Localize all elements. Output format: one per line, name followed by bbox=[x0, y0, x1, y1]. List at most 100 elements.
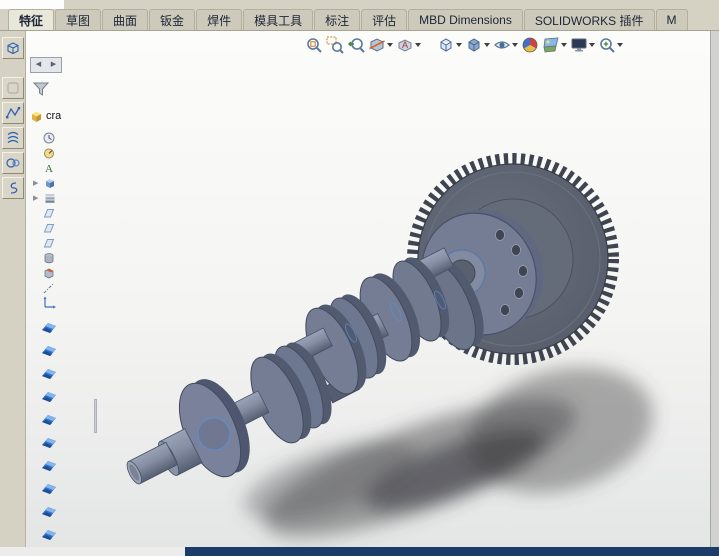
timing-gear[interactable] bbox=[413, 159, 613, 359]
tree-feature-item[interactable] bbox=[28, 477, 106, 500]
graphics-viewport[interactable]: A bbox=[26, 31, 710, 547]
tree-feature-item[interactable] bbox=[28, 500, 106, 523]
previous-view-icon bbox=[347, 36, 365, 54]
hide-show-items-button[interactable] bbox=[492, 35, 519, 55]
tree-feature-item[interactable] bbox=[28, 339, 106, 362]
annotations-icon: A bbox=[42, 161, 56, 175]
crank-web bbox=[240, 346, 322, 450]
tree-item-right-plane[interactable] bbox=[28, 235, 106, 250]
magnify-button[interactable] bbox=[597, 35, 624, 55]
rear-journal-boss bbox=[439, 250, 485, 296]
dropdown-caret bbox=[456, 43, 462, 47]
tab-mold-tools[interactable]: 模具工具 bbox=[243, 9, 313, 30]
part-icon bbox=[30, 110, 43, 123]
swept-feature-icon bbox=[40, 366, 58, 382]
rings-tool-button[interactable] bbox=[2, 152, 24, 174]
blank-tool-icon bbox=[5, 80, 21, 96]
expand-arrow-icon[interactable]: ▶ bbox=[33, 194, 41, 202]
tree-item-top-plane[interactable] bbox=[28, 220, 106, 235]
edit-appearance-button[interactable] bbox=[520, 35, 540, 55]
tab-features[interactable]: 特征 bbox=[8, 9, 54, 30]
tree-item-history[interactable] bbox=[28, 130, 106, 145]
magnify-icon bbox=[598, 36, 616, 54]
expand-arrow-icon[interactable]: ▶ bbox=[33, 179, 41, 187]
tab-truncated[interactable]: M bbox=[656, 9, 688, 30]
spring-tool-button[interactable] bbox=[2, 127, 24, 149]
origin-icon bbox=[42, 296, 56, 310]
cut-feature-icon bbox=[42, 266, 56, 280]
solid-bodies-icon bbox=[43, 176, 57, 190]
tab-weldments[interactable]: 焊件 bbox=[196, 9, 242, 30]
crank-web bbox=[349, 266, 430, 368]
tangent-edges bbox=[343, 290, 447, 344]
titlebar-strip bbox=[0, 0, 719, 9]
tab-annotate[interactable]: 标注 bbox=[314, 9, 360, 30]
right-plane-icon bbox=[42, 236, 56, 250]
model-scene bbox=[26, 31, 710, 547]
spring-tool-icon bbox=[5, 130, 21, 146]
display-style-button[interactable] bbox=[464, 35, 491, 55]
svg-text:A: A bbox=[45, 163, 53, 175]
apply-scene-button[interactable] bbox=[541, 35, 568, 55]
crank-web bbox=[412, 251, 495, 357]
flange-bolt-holes bbox=[496, 230, 528, 316]
tree-feature-item[interactable] bbox=[28, 523, 106, 546]
dropdown-caret bbox=[561, 43, 567, 47]
tree-item-sensors[interactable] bbox=[28, 145, 106, 160]
tree-feature-item[interactable] bbox=[28, 431, 106, 454]
box-tool-button[interactable] bbox=[2, 37, 24, 59]
zoom-to-area-button[interactable] bbox=[325, 35, 345, 55]
swept-feature-icon bbox=[40, 527, 58, 543]
swept-feature-icon bbox=[40, 412, 58, 428]
tab-evaluate[interactable]: 评估 bbox=[361, 9, 407, 30]
tree-item-boss-feature[interactable] bbox=[28, 250, 106, 265]
tree-item-axis[interactable] bbox=[28, 280, 106, 295]
model-shadow bbox=[235, 347, 667, 547]
panel-resize-handle[interactable] bbox=[94, 399, 97, 433]
tree-feature-item[interactable] bbox=[28, 316, 106, 339]
pane-collapse-left-button[interactable]: ◀ bbox=[31, 58, 46, 72]
zoom-to-fit-button[interactable] bbox=[304, 35, 324, 55]
tree-item-solid-bodies[interactable]: ▶ bbox=[28, 175, 106, 190]
crank-pin bbox=[325, 373, 360, 403]
tree-item-origin[interactable] bbox=[28, 295, 106, 310]
bottom-bar-left bbox=[0, 547, 185, 556]
pane-expand-right-button[interactable]: ▶ bbox=[46, 58, 61, 72]
tab-surfaces[interactable]: 曲面 bbox=[102, 9, 148, 30]
crank-web bbox=[320, 288, 396, 385]
crankshaft[interactable] bbox=[124, 190, 564, 486]
tab-solidworks-addins[interactable]: SOLIDWORKS 插件 bbox=[524, 9, 655, 30]
tab-mbd-dimensions[interactable]: MBD Dimensions bbox=[408, 9, 523, 30]
bottom-bar bbox=[0, 547, 719, 556]
dropdown-caret bbox=[415, 43, 421, 47]
hook-tool-button[interactable] bbox=[2, 177, 24, 199]
zoom-to-fit-icon bbox=[305, 36, 323, 54]
view-orientation-button[interactable] bbox=[436, 35, 463, 55]
boss-feature-icon bbox=[42, 251, 56, 265]
tree-item-material[interactable]: ▶ bbox=[28, 190, 106, 205]
section-view-button[interactable] bbox=[367, 35, 394, 55]
tree-filter bbox=[30, 81, 106, 102]
annotation-views-button[interactable]: A bbox=[395, 35, 422, 55]
tree-feature-item[interactable] bbox=[28, 454, 106, 477]
swept-feature-icon bbox=[40, 481, 58, 497]
tree-item-annotations[interactable]: A bbox=[28, 160, 106, 175]
workspace: A bbox=[0, 31, 719, 547]
view-settings-button[interactable] bbox=[569, 35, 596, 55]
swept-feature-icon bbox=[40, 320, 58, 336]
crank-pin bbox=[391, 248, 454, 294]
feature-manager-tree: ◀ ▶ cra bbox=[28, 57, 106, 546]
ribbon-tab-bar: 特征 草图 曲面 钣金 焊件 模具工具 标注 评估 MBD Dimensions… bbox=[0, 9, 719, 31]
tree-part-row[interactable]: cra bbox=[28, 108, 106, 124]
tree-item-cut-feature[interactable] bbox=[28, 265, 106, 280]
polyline-tool-button[interactable] bbox=[2, 102, 24, 124]
tab-sheet-metal[interactable]: 钣金 bbox=[149, 9, 195, 30]
filter-button[interactable] bbox=[30, 81, 52, 99]
tree-item-front-plane[interactable] bbox=[28, 205, 106, 220]
tab-sketch[interactable]: 草图 bbox=[55, 9, 101, 30]
tree-pane-nav: ◀ ▶ bbox=[30, 57, 62, 73]
previous-view-button[interactable] bbox=[346, 35, 366, 55]
svg-text:A: A bbox=[402, 40, 408, 50]
blank-tool-button[interactable] bbox=[2, 77, 24, 99]
tree-feature-item[interactable] bbox=[28, 362, 106, 385]
